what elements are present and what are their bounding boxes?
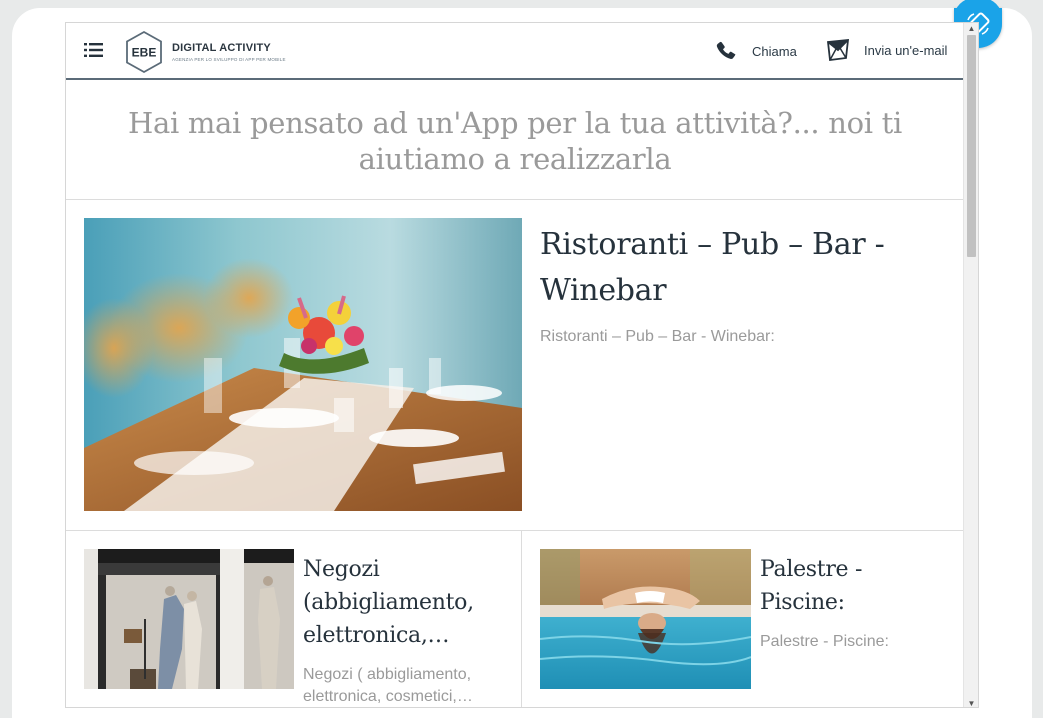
logo-mark: EBE [132,46,157,60]
card-description: Ristoranti – Pub – Bar - Winebar: [540,328,775,345]
shop-window-image[interactable] [84,549,294,689]
logo-hexagon-icon: EBE [126,30,162,74]
logo-subtitle: AGENZIA PER LO SVILUPPO DI APP PER MOBIL… [172,57,286,62]
scroll-thumb[interactable] [967,35,976,257]
page-content: EBE DIGITAL ACTIVITY AGENZIA PER LO SVIL… [66,23,964,707]
card-description: Palestre - Piscine: [760,633,889,650]
card-gyms[interactable]: Palestre - Piscine: Palestre - Piscine: [522,531,964,707]
scroll-up-arrow-icon[interactable]: ▲ [967,24,976,33]
card-shops[interactable]: Negozi (abbigliamento, elettronica,… Neg… [66,531,522,707]
logo-title: DIGITAL ACTIVITY [172,42,271,54]
card-title[interactable]: Negozi (abbigliamento, elettronica,… [303,553,513,652]
card-title[interactable]: Ristoranti – Pub – Bar - Winebar [540,222,940,314]
menu-icon[interactable] [84,42,104,58]
vertical-scrollbar[interactable]: ▲ ▼ [963,23,978,707]
site-logo[interactable]: EBE DIGITAL ACTIVITY AGENZIA PER LO SVIL… [124,30,286,74]
envelope-icon [827,39,850,61]
scroll-down-arrow-icon[interactable]: ▼ [967,699,976,707]
headline-text: Hai mai pensato ad un'App per la tua att… [127,105,903,176]
card-title[interactable]: Palestre - Piscine: [760,553,950,619]
card-restaurants[interactable]: Ristoranti – Pub – Bar - Winebar Ristora… [66,200,964,531]
pool-image[interactable] [540,549,751,689]
email-link[interactable]: Invia un'e-mail [826,39,947,61]
restaurant-table-image[interactable] [84,218,522,511]
card-row: Negozi (abbigliamento, elettronica,… Neg… [66,531,964,707]
headline-section: Hai mai pensato ad un'App per la tua att… [66,82,964,200]
call-label: Chiama [752,43,797,59]
email-label: Invia un'e-mail [864,42,948,58]
phone-icon [716,41,736,59]
site-header: EBE DIGITAL ACTIVITY AGENZIA PER LO SVIL… [66,23,964,80]
card-description: Negozi ( abbigliamento, elettronica, cos… [303,666,473,705]
call-link[interactable]: Chiama [714,39,797,63]
mobile-screen: EBE DIGITAL ACTIVITY AGENZIA PER LO SVIL… [65,22,979,708]
logo-text: DIGITAL ACTIVITY AGENZIA PER LO SVILUPPO… [172,42,286,62]
